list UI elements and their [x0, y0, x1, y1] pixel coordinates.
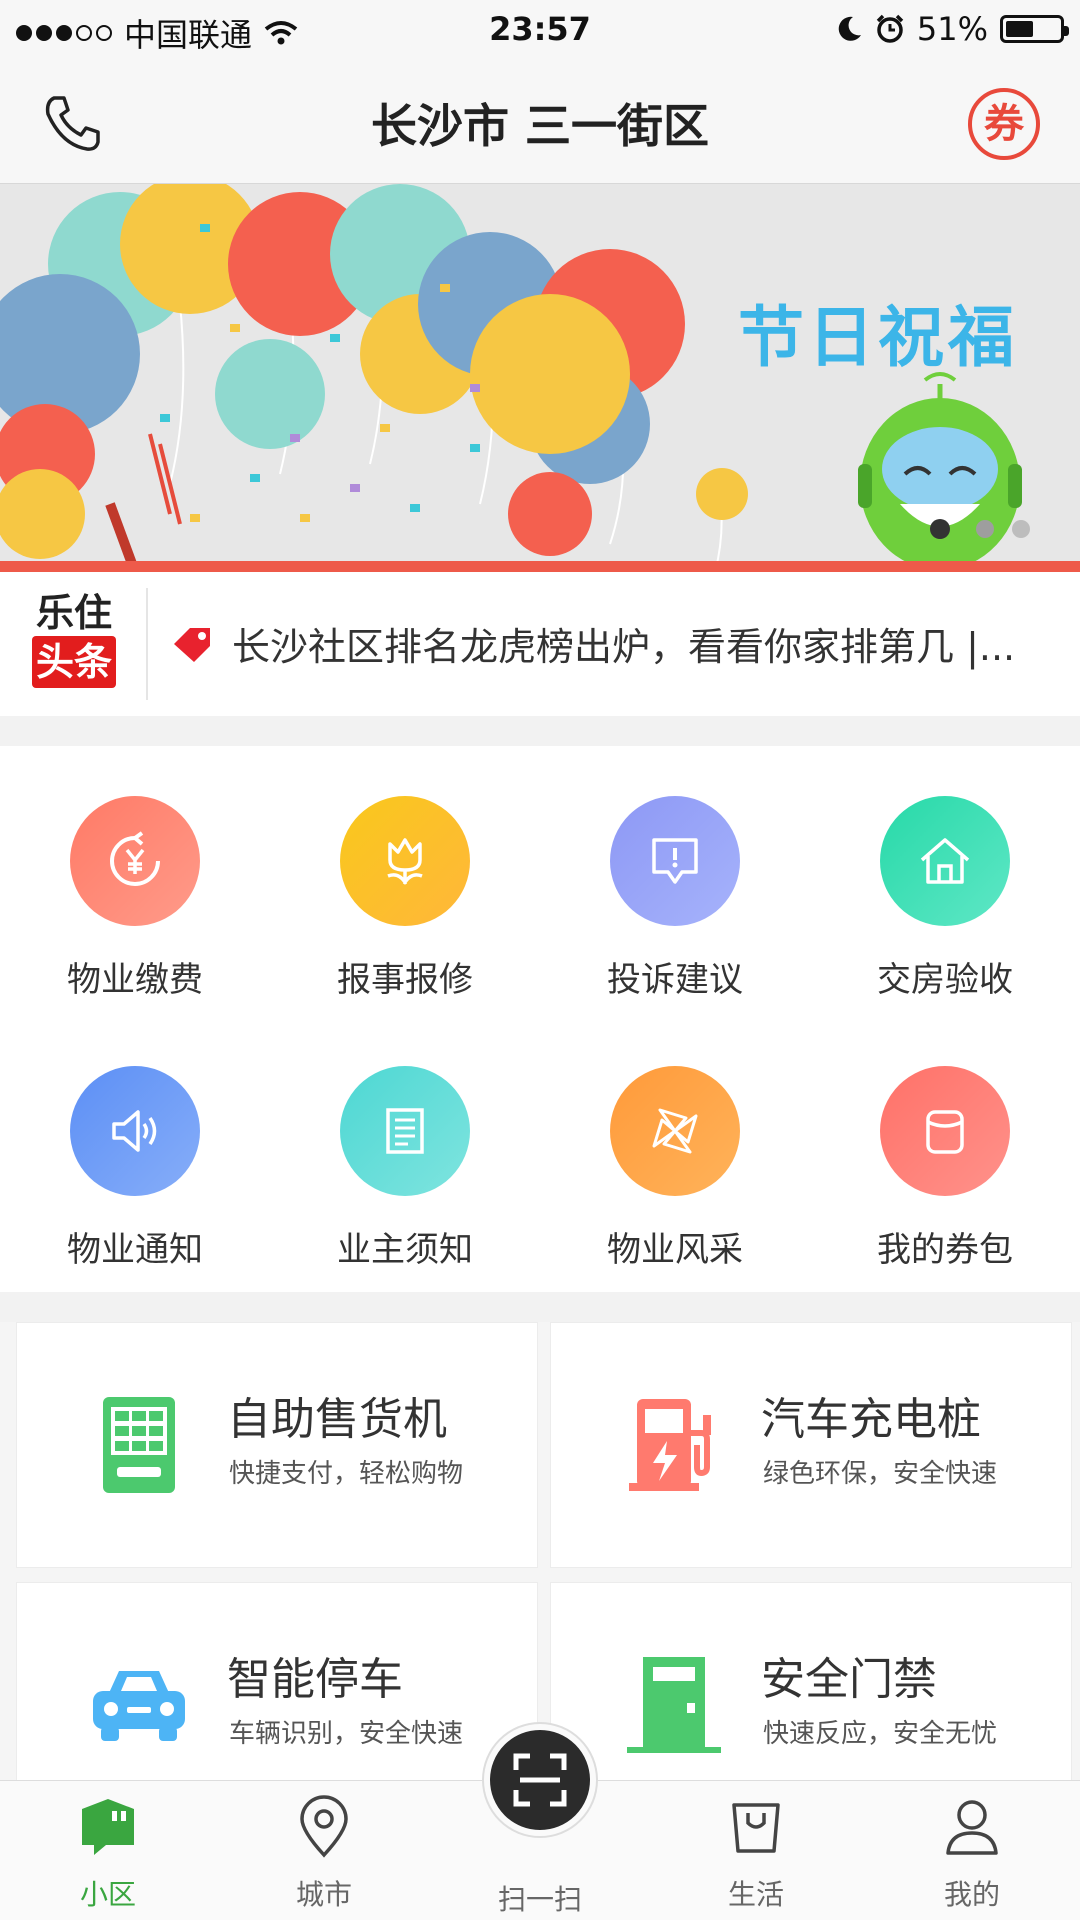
document-icon [340, 1066, 470, 1196]
headline-logo-bottom: 头条 [31, 636, 116, 688]
service-card-charging-station[interactable]: 汽车充电桩绿色环保，安全快速 [550, 1322, 1072, 1568]
grid-item-label: 我的券包 [877, 1230, 1013, 1270]
user-icon [940, 1795, 1004, 1859]
service-title: 智能停车 [227, 1654, 403, 1705]
community-icon [76, 1795, 140, 1859]
battery-fill [1006, 21, 1033, 37]
headline-ticker[interactable]: 乐住 头条 长沙社区排名龙虎榜出炉，看看你家排第几 |... [0, 572, 1080, 716]
grid-item-label: 交房验收 [877, 960, 1013, 1000]
tab-location[interactable]: 城市 [244, 1795, 404, 1920]
grid-item-label: 投诉建议 [607, 960, 743, 1000]
tab-label: 小区 [79, 1878, 136, 1911]
shopping-bag-icon [724, 1795, 788, 1859]
grid-item-house[interactable]: 交房验收 [810, 756, 1080, 1000]
grid-item-label: 业主须知 [337, 1230, 473, 1270]
payment-icon [70, 796, 200, 926]
service-subtitle: 快速反应，安全无忧 [763, 1719, 998, 1749]
nav-bar: 长沙市 三一街区 券 [0, 62, 1080, 184]
tab-label: 我的 [943, 1878, 1000, 1911]
grid-item-label: 物业通知 [67, 1230, 203, 1270]
service-cards: 自助售货机 快捷支付，轻松购物 汽车充电桩 绿色环保，安全快速 智能停车 车辆识别，安全快… [0, 1322, 1080, 1828]
moon-icon [838, 16, 861, 41]
battery-percent: 51% [916, 10, 988, 48]
tab-community[interactable]: 小区 [28, 1795, 188, 1920]
location-icon [292, 1795, 356, 1859]
pinwheel-icon [610, 1066, 740, 1196]
service-subtitle: 快捷支付，轻松购物 [229, 1459, 464, 1489]
speaker-icon [70, 1066, 200, 1196]
grid-item-flower[interactable]: 报事报修 [270, 756, 540, 1000]
service-subtitle: 绿色环保，安全快速 [763, 1459, 998, 1489]
banner-caption: 节日祝福 [738, 299, 1018, 376]
service-subtitle: 车辆识别，安全快速 [229, 1719, 464, 1749]
grid-item-label: 物业缴费 [67, 960, 203, 1000]
headline-logo: 乐住 头条 [26, 590, 122, 698]
service-card-vending-machine[interactable]: 自助售货机快捷支付，轻松购物 [16, 1322, 538, 1568]
status-bar: 中国联通 23:57 51% [0, 0, 1080, 62]
service-title: 自助售货机 [227, 1394, 447, 1445]
door-icon [621, 1653, 725, 1757]
wallet-icon [880, 1066, 1010, 1196]
grid-item-message-alert[interactable]: 投诉建议 [540, 756, 810, 1000]
headline-text[interactable]: 长沙社区排名龙虎榜出炉，看看你家排第几 |... [232, 616, 1072, 671]
grid-item-wallet[interactable]: 我的券包 [810, 1026, 1080, 1270]
house-icon [880, 796, 1010, 926]
grid-item-label: 物业风采 [607, 1230, 743, 1270]
banner-pagination [976, 520, 1030, 538]
tab-label: 城市 [295, 1878, 352, 1911]
charging-station-icon [621, 1393, 725, 1497]
tab-label: 生活 [727, 1878, 784, 1911]
grid-item-speaker[interactable]: 物业通知 [0, 1026, 270, 1270]
grid-item-payment[interactable]: 物业缴费 [0, 756, 270, 1000]
scan-button[interactable] [484, 1724, 596, 1836]
banner-divider [0, 561, 1080, 572]
coupon-button[interactable]: 券 [968, 88, 1040, 160]
service-title: 汽车充电桩 [761, 1394, 981, 1445]
tag-icon [174, 628, 210, 662]
grid-item-label: 报事报修 [337, 960, 473, 1000]
status-right: 51% [835, 10, 1069, 48]
headline-logo-top: 乐住 [35, 591, 112, 635]
car-icon [87, 1653, 191, 1757]
grid-item-document[interactable]: 业主须知 [270, 1026, 540, 1270]
battery-icon [1000, 15, 1069, 43]
banner-carousel[interactable]: 节日祝福 [0, 184, 1080, 572]
flower-icon [340, 796, 470, 926]
scan-icon [513, 1753, 567, 1807]
tab-user[interactable]: 我的 [892, 1795, 1052, 1920]
tab-label-scan[interactable]: 扫一扫 [440, 1878, 640, 1918]
alarm-icon [876, 14, 904, 43]
page-title[interactable]: 长沙市 三一街区 [0, 90, 1080, 156]
grid-item-pinwheel[interactable]: 物业风采 [540, 1026, 810, 1270]
function-grid: 物业缴费 报事报修 投诉建议 交房验收物业通知 业主须知 物业风采 我的券包 [0, 746, 1080, 1292]
headline-divider [146, 588, 148, 700]
message-alert-icon [610, 796, 740, 926]
vending-machine-icon [87, 1393, 191, 1497]
banner-page-dot [1012, 520, 1030, 538]
service-title: 安全门禁 [761, 1654, 937, 1705]
banner-page-dot [976, 520, 994, 538]
tab-shopping-bag[interactable]: 生活 [676, 1795, 836, 1920]
